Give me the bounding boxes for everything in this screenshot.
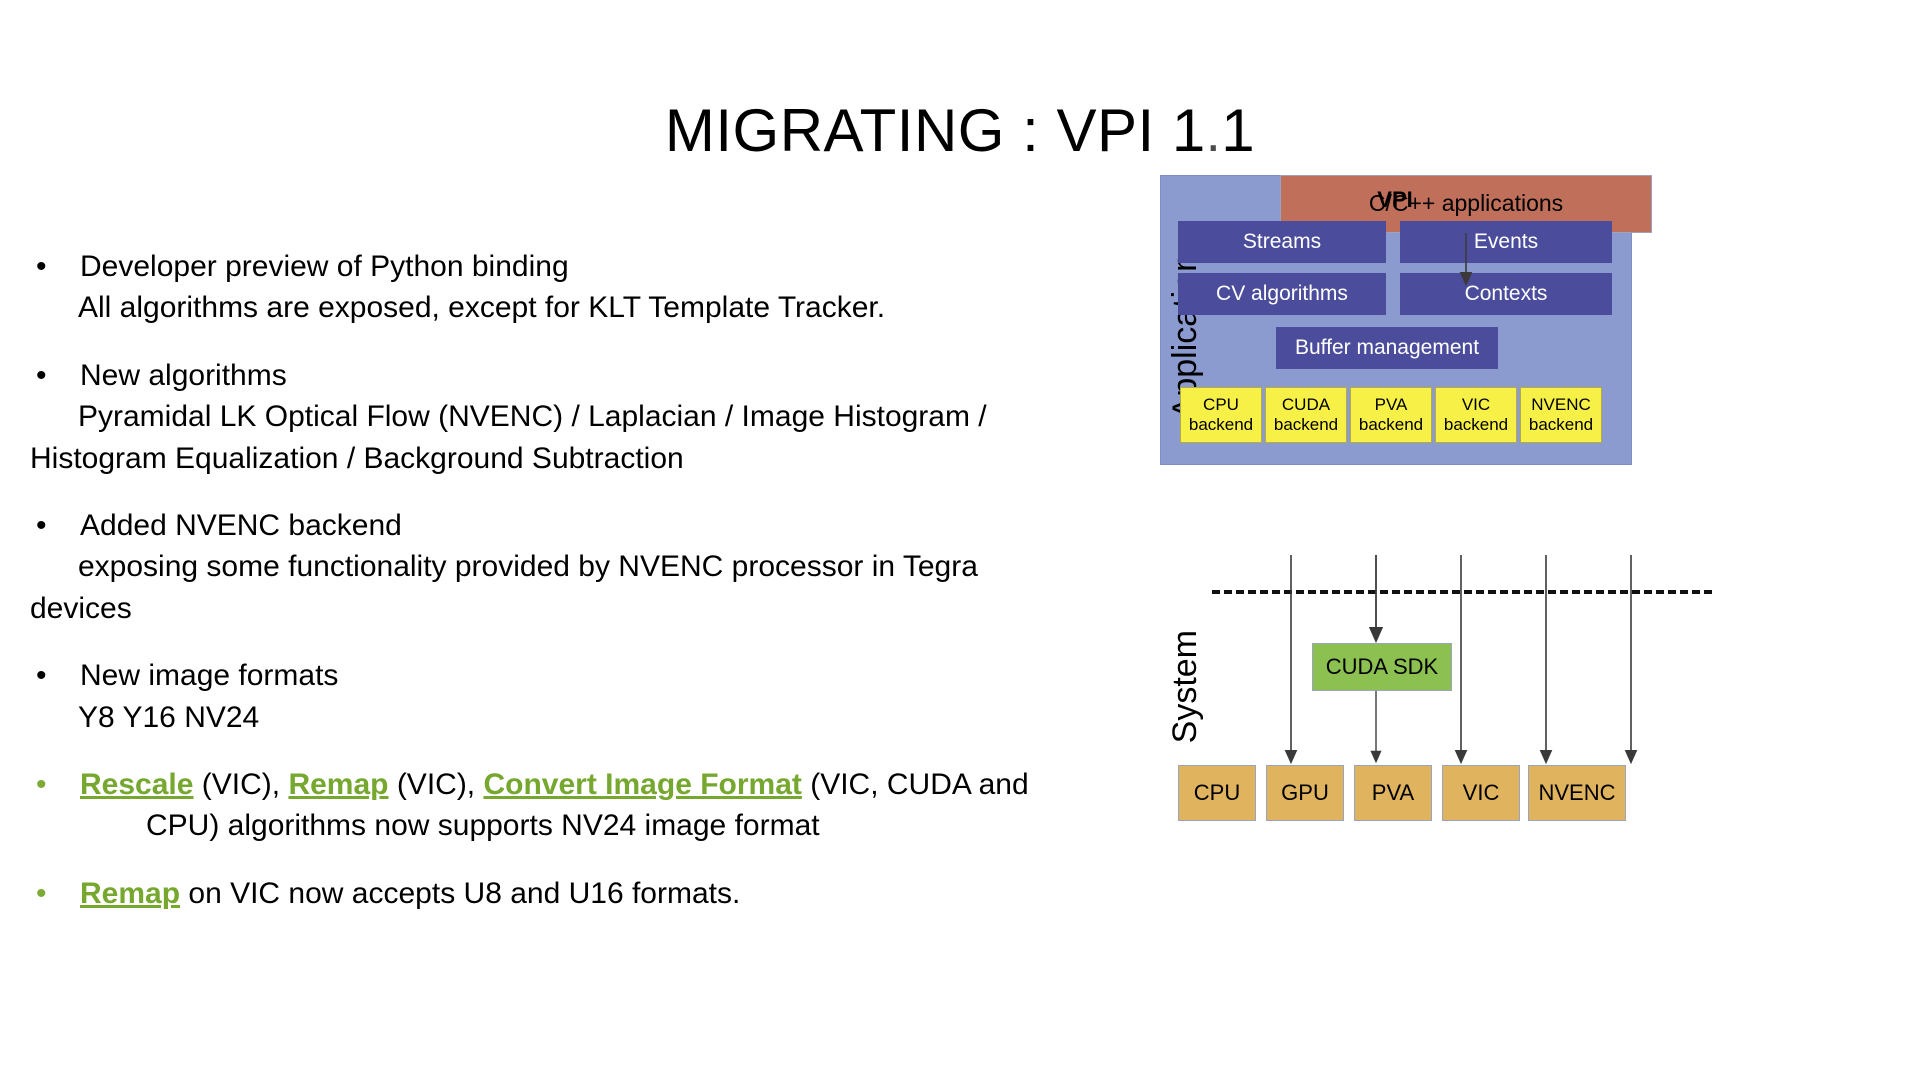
bullet-row: • Developer preview of Python binding	[30, 246, 1130, 287]
node-buffer-management: Buffer management	[1276, 327, 1498, 369]
vpi-architecture-diagram: Application System C/C++ applications VP…	[1160, 175, 1900, 1005]
bullet-subline: Pyramidal LK Optical Flow (NVENC) / Lapl…	[78, 400, 987, 434]
link-bullet-line: Remap on VIC now accepts U8 and U16 form…	[80, 877, 740, 910]
page-title-dot: .	[1205, 103, 1222, 163]
link-convert-image-format[interactable]: Convert Image Format	[483, 768, 801, 801]
slide-body-text: • Developer preview of Python binding Al…	[30, 246, 1130, 914]
node-hw-cpu: CPU	[1178, 765, 1256, 821]
bullet-heading: New image formats	[80, 659, 339, 693]
link-remap-vic[interactable]: Remap	[80, 877, 180, 910]
node-cv-algorithms: CV algorithms	[1178, 273, 1386, 315]
diagram-label-system: System	[1166, 630, 1204, 744]
bullet-row: • Rescale (VIC), Remap (VIC), Convert Im…	[30, 764, 1130, 847]
backend-sub: backend	[1188, 415, 1254, 434]
backend-name: CUDA	[1281, 394, 1331, 414]
bullet-row: • Added NVENC backend	[30, 505, 1130, 546]
bullet-row: • New algorithms	[30, 355, 1130, 396]
backend-name: PVA	[1374, 394, 1408, 414]
bullet-heading: New algorithms	[80, 358, 287, 392]
bullet-marker-icon: •	[36, 358, 47, 392]
page-title-main: MIGRATING : VPI 1	[664, 97, 1206, 164]
bullet-subline: Y8 Y16 NV24	[78, 700, 260, 734]
link-remap[interactable]: Remap	[288, 768, 388, 801]
node-contexts: Contexts	[1400, 273, 1612, 315]
node-hw-gpu: GPU	[1266, 765, 1344, 821]
bullet-row: • Remap on VIC now accepts U8 and U16 fo…	[30, 873, 1130, 914]
bullet-heading: Developer preview of Python binding	[80, 250, 569, 283]
bullet-block-algorithm-links: • Rescale (VIC), Remap (VIC), Convert Im…	[30, 764, 1130, 847]
node-hw-nvenc: NVENC	[1528, 765, 1626, 821]
bullet-block-nvenc-backend: • Added NVENC backend exposing some func…	[30, 505, 1130, 629]
link-rest-text: on VIC now accepts U8 and U16 formats.	[180, 876, 741, 910]
link-bullet-line-1: Rescale (VIC), Remap (VIC), Convert Imag…	[80, 768, 1029, 801]
node-streams: Streams	[1178, 221, 1386, 263]
bullet-marker-icon: •	[36, 250, 47, 283]
node-hw-pva: PVA	[1354, 765, 1432, 821]
backend-sub: backend	[1273, 415, 1339, 434]
backend-name: VIC	[1461, 394, 1491, 414]
bullet-subline-wrap: devices	[30, 591, 132, 625]
bullet-marker-icon: •	[36, 876, 47, 910]
backend-sub: backend	[1358, 415, 1424, 434]
bullet-marker-icon: •	[36, 508, 47, 542]
backend-sub: backend	[1528, 415, 1594, 434]
link-separator-3: (VIC, CUDA and	[801, 767, 1029, 801]
link-separator-2: (VIC),	[388, 767, 484, 801]
node-pva-backend: PVA backend	[1350, 387, 1432, 443]
panel-vpi-title: VPI	[1377, 187, 1413, 212]
node-nvenc-backend: NVENC backend	[1520, 387, 1602, 443]
backend-sub: backend	[1443, 415, 1509, 434]
bullet-row: • New image formats	[30, 655, 1130, 696]
bullet-block-image-formats: • New image formats Y8 Y16 NV24	[30, 655, 1130, 738]
bullet-subline: All algorithms are exposed, except for K…	[78, 291, 886, 325]
node-vic-backend: VIC backend	[1435, 387, 1517, 443]
link-rescale[interactable]: Rescale	[80, 768, 193, 801]
backend-name: CPU	[1203, 394, 1239, 414]
bullet-subline-wrap: Histogram Equalization / Background Subt…	[30, 441, 684, 475]
node-events: Events	[1400, 221, 1612, 263]
link-bullet-line-2: CPU) algorithms now supports NV24 image …	[146, 809, 820, 843]
link-separator-1: (VIC),	[193, 767, 289, 801]
bullet-marker-icon: •	[36, 767, 47, 801]
bullet-block-new-algorithms: • New algorithms Pyramidal LK Optical Fl…	[30, 355, 1130, 479]
backend-name: NVENC	[1531, 394, 1591, 414]
bullet-subline: exposing some functionality provided by …	[78, 550, 978, 584]
node-cuda-sdk: CUDA SDK	[1312, 643, 1452, 691]
node-hw-vic: VIC	[1442, 765, 1520, 821]
bullet-block-remap-vic: • Remap on VIC now accepts U8 and U16 fo…	[30, 873, 1130, 914]
node-cuda-backend: CUDA backend	[1265, 387, 1347, 443]
page-title-suffix: 1	[1221, 97, 1256, 164]
page-title: MIGRATING : VPI 1.1	[0, 96, 1920, 165]
bullet-heading: Added NVENC backend	[80, 508, 402, 542]
application-system-divider	[1212, 590, 1712, 594]
bullet-block-python-binding: • Developer preview of Python binding Al…	[30, 246, 1130, 329]
node-cpu-backend: CPU backend	[1180, 387, 1262, 443]
bullet-marker-icon: •	[36, 659, 47, 693]
